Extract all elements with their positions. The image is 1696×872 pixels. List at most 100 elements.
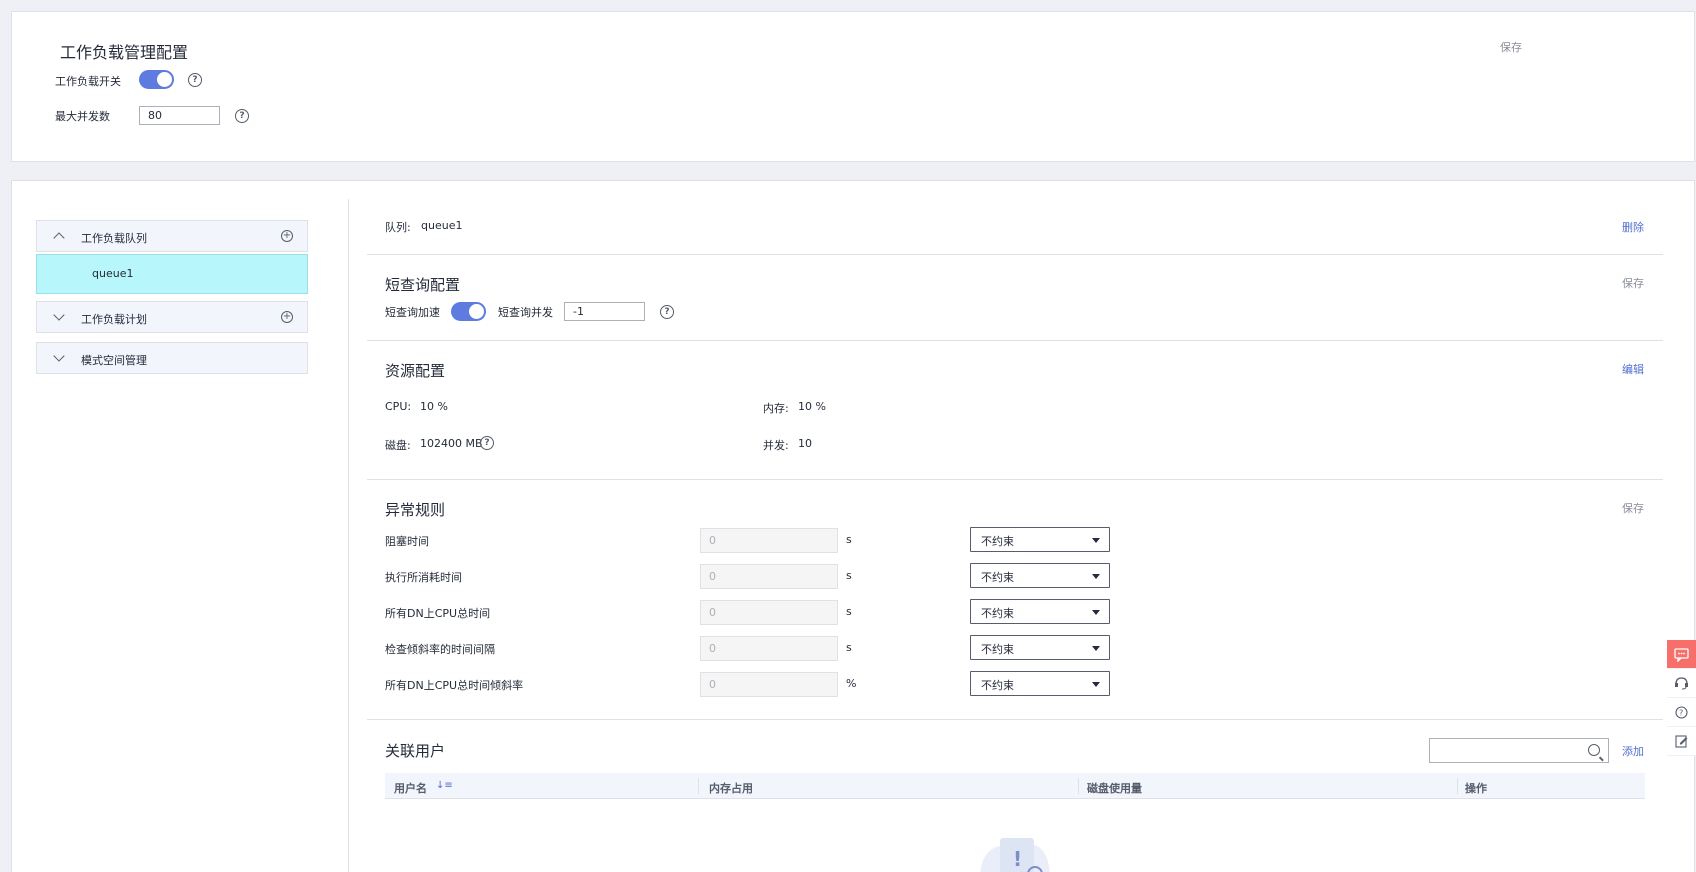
column-divider <box>1078 778 1079 794</box>
help-icon[interactable]: ? <box>235 109 249 123</box>
divider <box>367 479 1663 480</box>
help-icon[interactable]: ? <box>480 436 494 450</box>
max-concurrency-label: 最大并发数 <box>55 110 110 123</box>
tree-item-label: queue1 <box>92 267 134 280</box>
service-icon[interactable] <box>1667 669 1696 698</box>
svg-text:?: ? <box>1679 709 1683 718</box>
search-icon[interactable] <box>1588 744 1600 756</box>
rule-value-input[interactable]: 0 <box>700 528 838 553</box>
page-title: 工作负载管理配置 <box>60 43 189 62</box>
svg-text:!: ! <box>1013 847 1022 871</box>
tree-group-workload-queue[interactable]: 工作负载队列 + <box>36 220 308 252</box>
caret-down-icon <box>1092 538 1100 543</box>
short-query-title: 短查询配置 <box>385 276 461 294</box>
exception-rules-title: 异常规则 <box>385 501 446 519</box>
divider <box>367 719 1663 720</box>
memory-value: 10 % <box>798 400 826 413</box>
users-table-header: 用户名 ↓≡ 内存占用 磁盘使用量 操作 <box>385 773 1645 799</box>
rule-unit: s <box>846 641 852 654</box>
help-icon[interactable]: ? <box>188 73 202 87</box>
rule-value-input[interactable]: 0 <box>700 600 838 625</box>
select-value: 不约束 <box>981 535 1014 548</box>
caret-down-icon <box>1092 646 1100 651</box>
sort-icon[interactable]: ↓≡ <box>436 780 453 791</box>
divider <box>367 254 1663 255</box>
rule-label: 阻塞时间 <box>385 535 429 548</box>
queue-label: 队列: <box>385 221 411 234</box>
help-icon[interactable]: ? <box>1667 698 1696 727</box>
select-value: 不约束 <box>981 643 1014 656</box>
short-query-accel-toggle[interactable] <box>451 302 486 321</box>
queue-name: queue1 <box>421 219 463 232</box>
column-divider <box>1457 778 1458 794</box>
concurrency-value: 10 <box>798 437 812 450</box>
save-short-query-button[interactable]: 保存 <box>1622 275 1644 291</box>
chevron-up-icon <box>53 232 65 244</box>
help-icon[interactable]: ? <box>660 305 674 319</box>
rule-unit: s <box>846 569 852 582</box>
select-value: 不约束 <box>981 607 1014 620</box>
chevron-down-icon <box>53 309 65 321</box>
memory-label: 内存: <box>763 402 789 415</box>
column-divider <box>698 778 699 794</box>
select-value: 不约束 <box>981 679 1014 692</box>
short-query-accel-label: 短查询加速 <box>385 306 440 319</box>
workload-config-card: 工作负载管理配置 保存 工作负载开关 ? 最大并发数 80 ? <box>11 11 1695 162</box>
delete-queue-button[interactable]: 删除 <box>1622 219 1644 235</box>
column-header-memory: 内存占用 <box>709 782 753 795</box>
rule-action-select[interactable]: 不约束 <box>970 563 1110 588</box>
tree-item-queue1[interactable]: queue1 <box>36 254 308 294</box>
rule-action-select[interactable]: 不约束 <box>970 635 1110 660</box>
caret-down-icon <box>1092 682 1100 687</box>
tree-group-label: 模式空间管理 <box>81 354 147 367</box>
column-header-actions: 操作 <box>1465 782 1487 795</box>
short-query-concurrency-label: 短查询并发 <box>498 306 553 319</box>
add-plan-icon[interactable]: + <box>281 311 293 323</box>
divider <box>367 340 1663 341</box>
rule-value-input[interactable]: 0 <box>700 672 838 697</box>
rule-action-select[interactable]: 不约束 <box>970 527 1110 552</box>
save-workload-button[interactable]: 保存 <box>1500 39 1522 55</box>
rule-value-input[interactable]: 0 <box>700 564 838 589</box>
rule-unit: s <box>846 533 852 546</box>
tree-group-label: 工作负载队列 <box>81 232 147 245</box>
rule-unit: % <box>846 677 857 690</box>
associated-users-title: 关联用户 <box>385 742 446 760</box>
tree-group-schema-space[interactable]: 模式空间管理 <box>36 342 308 374</box>
save-exception-rules-button[interactable]: 保存 <box>1622 500 1644 516</box>
tree-group-workload-plan[interactable]: 工作负载计划 + <box>36 301 308 333</box>
concurrency-label: 并发: <box>763 439 789 452</box>
tree-group-label: 工作负载计划 <box>81 313 147 326</box>
rule-label: 执行所消耗时间 <box>385 571 462 584</box>
edit-note-icon[interactable] <box>1667 727 1696 756</box>
rule-action-select[interactable]: 不约束 <box>970 671 1110 696</box>
cpu-label: CPU: <box>385 400 412 413</box>
floating-toolbar: ? <box>1667 640 1696 756</box>
chevron-down-icon <box>53 350 65 362</box>
rule-label: 所有DN上CPU总时间 <box>385 607 491 620</box>
rule-action-select[interactable]: 不约束 <box>970 599 1110 624</box>
disk-value: 102400 MB <box>420 437 483 450</box>
rule-unit: s <box>846 605 852 618</box>
feedback-icon[interactable] <box>1667 640 1696 669</box>
divider <box>348 199 349 872</box>
workload-switch-label: 工作负载开关 <box>55 75 121 88</box>
caret-down-icon <box>1092 610 1100 615</box>
add-user-button[interactable]: 添加 <box>1622 743 1644 759</box>
rule-label: 检查倾斜率的时间间隔 <box>385 643 495 656</box>
disk-label: 磁盘: <box>385 439 411 452</box>
column-header-username[interactable]: 用户名 <box>394 780 427 796</box>
max-concurrency-input[interactable]: 80 <box>139 106 220 125</box>
workload-switch-toggle[interactable] <box>139 70 174 89</box>
rule-value-input[interactable]: 0 <box>700 636 838 661</box>
caret-down-icon <box>1092 574 1100 579</box>
add-queue-icon[interactable]: + <box>281 230 293 242</box>
user-search-input[interactable] <box>1429 738 1609 763</box>
edit-resource-button[interactable]: 编辑 <box>1622 361 1644 377</box>
empty-state-icon: ! <box>980 838 1050 872</box>
short-query-concurrency-input[interactable]: -1 <box>564 302 645 321</box>
resource-config-title: 资源配置 <box>385 362 446 380</box>
column-header-disk: 磁盘使用量 <box>1087 782 1142 795</box>
select-value: 不约束 <box>981 571 1014 584</box>
rule-label: 所有DN上CPU总时间倾斜率 <box>385 679 524 692</box>
